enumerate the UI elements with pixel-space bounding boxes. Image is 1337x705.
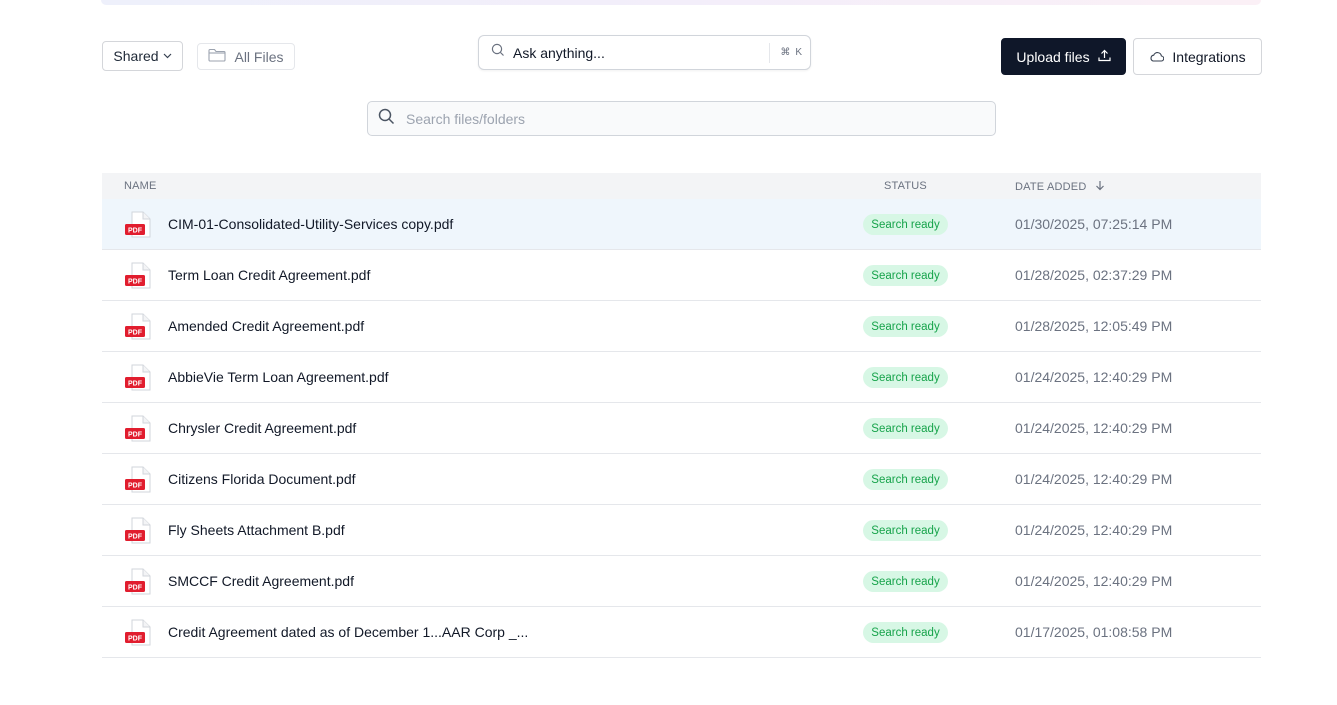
file-name[interactable]: Amended Credit Agreement.pdf: [168, 318, 364, 334]
date-added: 01/24/2025, 12:40:29 PM: [1015, 573, 1173, 589]
svg-text:PDF: PDF: [128, 483, 143, 490]
upload-icon: [1097, 49, 1111, 65]
column-header-name[interactable]: NAME: [124, 180, 157, 192]
status-badge: Search ready: [863, 520, 948, 541]
svg-text:PDF: PDF: [128, 585, 143, 592]
status-badge: Search ready: [863, 622, 948, 643]
svg-text:PDF: PDF: [128, 636, 143, 643]
pdf-file-icon: PDF: [124, 517, 154, 549]
date-added: 01/24/2025, 12:40:29 PM: [1015, 471, 1173, 487]
search-icon: [491, 43, 505, 62]
date-added: 01/24/2025, 12:40:29 PM: [1015, 369, 1173, 385]
all-files-label: All Files: [234, 48, 284, 65]
table-row[interactable]: PDF Citizens Florida Document.pdf Search…: [102, 454, 1261, 505]
keyboard-shortcut-hint: ⌘ K: [769, 42, 810, 63]
date-added: 01/24/2025, 12:40:29 PM: [1015, 420, 1173, 436]
status-badge: Search ready: [863, 418, 948, 439]
search-files-input[interactable]: Search files/folders: [367, 101, 996, 136]
column-header-status[interactable]: STATUS: [884, 180, 927, 192]
search-icon: [378, 108, 395, 130]
ask-anything-input[interactable]: Ask anything... ⌘ K: [478, 35, 811, 70]
status-badge: Search ready: [863, 367, 948, 388]
table-row[interactable]: PDF Fly Sheets Attachment B.pdf Search r…: [102, 505, 1261, 556]
ask-placeholder: Ask anything...: [513, 44, 605, 61]
pdf-file-icon: PDF: [124, 364, 154, 396]
files-table: NAME STATUS DATE ADDED PDF CIM-01-Consol…: [102, 173, 1261, 658]
table-row[interactable]: PDF Credit Agreement dated as of Decembe…: [102, 607, 1261, 658]
date-added: 01/30/2025, 07:25:14 PM: [1015, 216, 1173, 232]
file-name[interactable]: SMCCF Credit Agreement.pdf: [168, 573, 354, 589]
status-badge: Search ready: [863, 469, 948, 490]
search-placeholder: Search files/folders: [406, 110, 526, 127]
pdf-file-icon: PDF: [124, 262, 154, 294]
top-banner-strip: [101, 0, 1261, 5]
sort-descending-icon[interactable]: [1095, 180, 1105, 194]
shortcut-key: K: [795, 47, 802, 58]
cloud-icon: [1149, 49, 1165, 65]
file-name[interactable]: AbbieVie Term Loan Agreement.pdf: [168, 369, 389, 385]
table-row[interactable]: PDF AbbieVie Term Loan Agreement.pdf Sea…: [102, 352, 1261, 403]
svg-text:PDF: PDF: [128, 279, 143, 286]
file-name[interactable]: Citizens Florida Document.pdf: [168, 471, 356, 487]
svg-text:PDF: PDF: [128, 228, 143, 235]
pdf-file-icon: PDF: [124, 619, 154, 651]
chevron-down-icon: [163, 51, 172, 62]
table-header: NAME STATUS DATE ADDED: [102, 173, 1261, 199]
shared-dropdown[interactable]: Shared: [102, 41, 183, 71]
pdf-file-icon: PDF: [124, 466, 154, 498]
upload-label: Upload files: [1016, 48, 1090, 65]
upload-files-button[interactable]: Upload files: [1001, 38, 1126, 75]
file-name[interactable]: CIM-01-Consolidated-Utility-Services cop…: [168, 216, 453, 232]
pdf-file-icon: PDF: [124, 415, 154, 447]
pdf-file-icon: PDF: [124, 568, 154, 600]
date-added: 01/28/2025, 02:37:29 PM: [1015, 267, 1173, 283]
date-added: 01/24/2025, 12:40:29 PM: [1015, 522, 1173, 538]
integrations-label: Integrations: [1172, 48, 1246, 65]
status-badge: Search ready: [863, 571, 948, 592]
integrations-button[interactable]: Integrations: [1133, 38, 1262, 75]
status-badge: Search ready: [863, 316, 948, 337]
status-badge: Search ready: [863, 265, 948, 286]
file-name[interactable]: Credit Agreement dated as of December 1.…: [168, 624, 528, 640]
date-added: 01/17/2025, 01:08:58 PM: [1015, 624, 1173, 640]
file-name[interactable]: Chrysler Credit Agreement.pdf: [168, 420, 356, 436]
file-name[interactable]: Term Loan Credit Agreement.pdf: [168, 267, 370, 283]
svg-text:PDF: PDF: [128, 330, 143, 337]
all-files-breadcrumb[interactable]: All Files: [197, 43, 295, 70]
table-row[interactable]: PDF Chrysler Credit Agreement.pdf Search…: [102, 403, 1261, 454]
file-name[interactable]: Fly Sheets Attachment B.pdf: [168, 522, 345, 538]
column-header-date-added[interactable]: DATE ADDED: [1015, 180, 1105, 194]
table-row[interactable]: PDF CIM-01-Consolidated-Utility-Services…: [102, 199, 1261, 250]
svg-text:PDF: PDF: [128, 534, 143, 541]
folder-icon: [208, 48, 227, 65]
pdf-file-icon: PDF: [124, 313, 154, 345]
table-row[interactable]: PDF SMCCF Credit Agreement.pdf Search re…: [102, 556, 1261, 607]
shared-label: Shared: [113, 48, 159, 64]
pdf-file-icon: PDF: [124, 211, 154, 243]
svg-text:PDF: PDF: [128, 432, 143, 439]
date-added: 01/28/2025, 12:05:49 PM: [1015, 318, 1173, 334]
date-header-label: DATE ADDED: [1015, 181, 1087, 193]
table-row[interactable]: PDF Amended Credit Agreement.pdf Search …: [102, 301, 1261, 352]
status-badge: Search ready: [863, 214, 948, 235]
command-key-icon: ⌘: [780, 47, 791, 58]
svg-text:PDF: PDF: [128, 381, 143, 388]
table-row[interactable]: PDF Term Loan Credit Agreement.pdf Searc…: [102, 250, 1261, 301]
